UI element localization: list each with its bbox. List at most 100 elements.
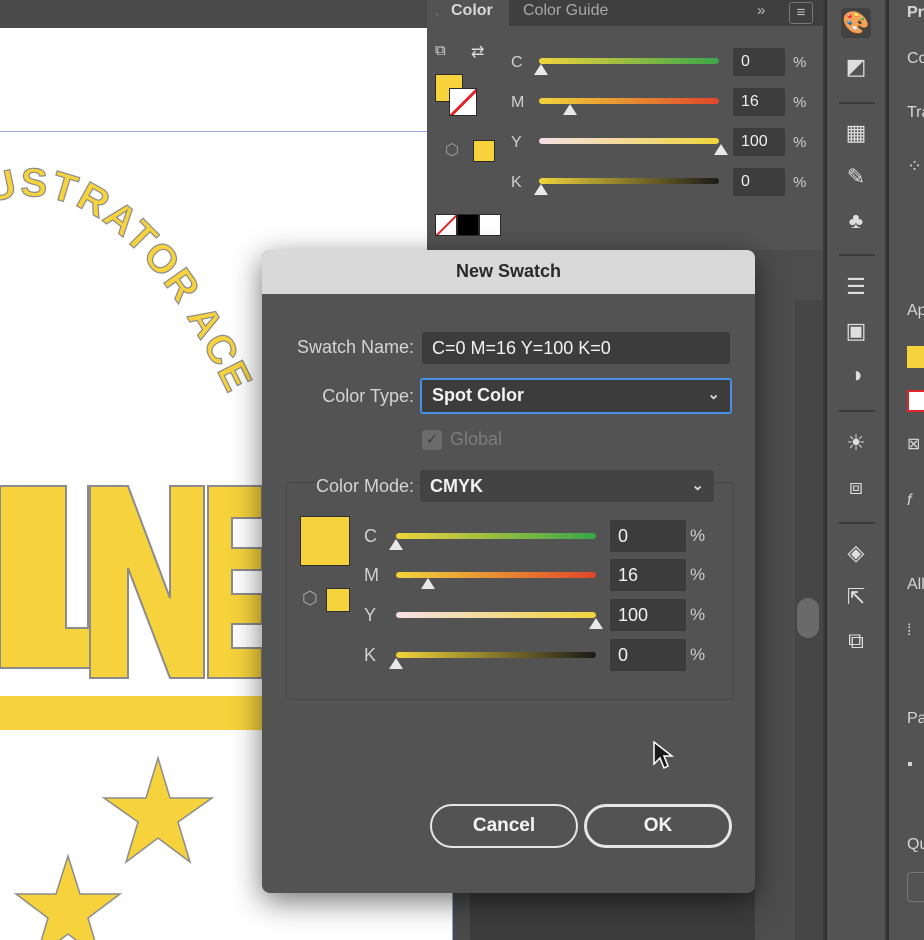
export-icon[interactable]: ⇱ [841,582,871,612]
graphic-styles-icon[interactable]: ⧈ [841,472,871,502]
props-align-label: All [907,576,924,593]
k-slider-thumb[interactable] [534,184,548,195]
fx-icon[interactable]: f [907,492,911,510]
props-appearance-label: Ap [907,302,924,319]
y-slider-thumb[interactable] [714,144,728,155]
appearance-icon[interactable]: ☀ [841,428,871,458]
k-slider-track[interactable] [539,178,719,184]
dialog-c-slider-track[interactable] [396,533,596,539]
global-checkbox[interactable]: ✓ [422,430,442,450]
dialog-c-label: C [364,526,377,546]
dialog-row-c: C 0 % [362,520,712,554]
properties-tab-label[interactable]: Pr [907,4,924,22]
m-slider-thumb[interactable] [562,104,577,115]
quick-action-button[interactable] [907,872,924,902]
separator [839,102,875,104]
dialog-c-percent: % [690,526,706,545]
color-mode-select[interactable]: CMYK ⌄ [420,470,714,502]
dialog-row-k: K 0 % [362,639,712,673]
m-value-field[interactable]: 16 [733,88,785,116]
color-type-select[interactable]: Spot Color ⌄ [420,378,732,414]
dialog-m-value[interactable]: 16 [610,559,686,591]
panel-menu-icon[interactable]: ≡ [789,2,813,24]
dialog-y-slider-track[interactable] [396,612,596,618]
dialog-k-percent: % [690,645,706,664]
stars [13,755,215,940]
color-row-c: C 0 % [507,48,817,78]
dialog-row-m: M 16 % [362,559,712,593]
props-stroke-swatch[interactable] [907,390,924,412]
tab-color-guide[interactable]: Color Guide [511,0,651,26]
m-percent: % [793,94,807,111]
dialog-y-slider-thumb[interactable] [589,618,603,629]
cmyk-cube-icon[interactable]: ⬡ [302,588,318,609]
color-guide-icon[interactable]: ◩ [841,52,871,82]
out-of-gamut-swatch[interactable] [473,140,495,162]
c-value-field[interactable]: 0 [733,48,785,76]
dialog-k-slider-thumb[interactable] [389,658,403,669]
stroke-swatch[interactable] [449,88,477,116]
k-value-field[interactable]: 0 [733,168,785,196]
tab-color[interactable]: ◦ Color [427,0,509,26]
opacity-icon[interactable]: ⊠ [907,434,920,454]
dialog-y-label: Y [364,605,377,625]
artboards-icon[interactable]: ⧉ [841,626,871,656]
ok-button[interactable]: OK [584,804,732,848]
y-value-field[interactable]: 100 [733,128,785,156]
c-slider-track[interactable] [539,58,719,64]
c-slider-thumb[interactable] [534,64,548,75]
swap-icon[interactable]: ⇄ [471,42,484,62]
transparency-icon[interactable]: ◑ [841,360,871,390]
color-panel: ◦ Color Color Guide » ≡ ⧉ ⇄ ⬡ C 0 % M 16… [427,0,823,290]
dialog-c-value[interactable]: 0 [610,520,686,552]
none-swatch[interactable] [435,214,457,236]
props-fill-swatch[interactable] [907,346,924,368]
color-palette-icon[interactable]: 🎨 [841,8,871,38]
c-percent: % [793,54,807,71]
color-mode-value: CMYK [430,476,483,496]
color-row-y: Y 100 % [507,128,817,158]
dialog-y-percent: % [690,605,706,624]
color-mode-label: Color Mode: [315,476,414,496]
color-type-value: Spot Color [432,385,524,405]
dialog-row-y: Y 100 % [362,599,712,633]
color-row-k: K 0 % [507,168,817,198]
y-label: Y [511,134,522,151]
swatches-grid-icon[interactable]: ▦ [841,118,871,148]
gradient-icon[interactable]: ▣ [841,316,871,346]
pathfinder-icon[interactable]: ▪ [907,756,913,774]
dialog-k-slider-track[interactable] [396,652,596,658]
dialog-m-percent: % [690,565,706,584]
align-icon[interactable]: ⁞ [907,622,911,640]
separator [839,522,875,524]
cmyk-cube-icon[interactable]: ⬡ [445,140,459,160]
y-slider-track[interactable] [539,138,719,144]
swatch-preview [300,516,350,566]
y-percent: % [793,134,807,151]
default-colors-icon[interactable]: ⧉ [435,42,446,59]
dialog-c-slider-thumb[interactable] [389,539,403,550]
dialog-k-value[interactable]: 0 [610,639,686,671]
swatch-name-input[interactable]: C=0 M=16 Y=100 K=0 [422,332,730,364]
reference-point-icon[interactable]: ⁘ [907,156,922,177]
dialog-y-value[interactable]: 100 [610,599,686,631]
dialog-k-label: K [364,645,377,665]
brushes-icon[interactable]: ✎ [841,162,871,192]
white-swatch[interactable] [479,214,501,236]
collapse-panel-icon[interactable]: » [757,2,765,19]
k-label: K [511,174,522,191]
dialog-m-label: M [364,565,379,585]
stroke-icon[interactable]: ☰ [841,272,871,302]
panel-scroll-thumb[interactable] [797,598,819,638]
symbols-icon[interactable]: ♣ [841,206,871,236]
mouse-cursor-icon [653,740,674,770]
props-pathfinder-label: Pa [907,710,924,727]
cancel-button[interactable]: Cancel [430,804,578,848]
global-label: Global [450,429,503,449]
black-swatch[interactable] [457,214,479,236]
new-swatch-dialog: New Swatch Swatch Name: C=0 M=16 Y=100 K… [262,250,755,893]
gamut-swatch[interactable] [326,588,350,612]
banner-bar [0,696,262,730]
dialog-m-slider-thumb[interactable] [421,578,435,589]
layers-icon[interactable]: ◈ [841,538,871,568]
